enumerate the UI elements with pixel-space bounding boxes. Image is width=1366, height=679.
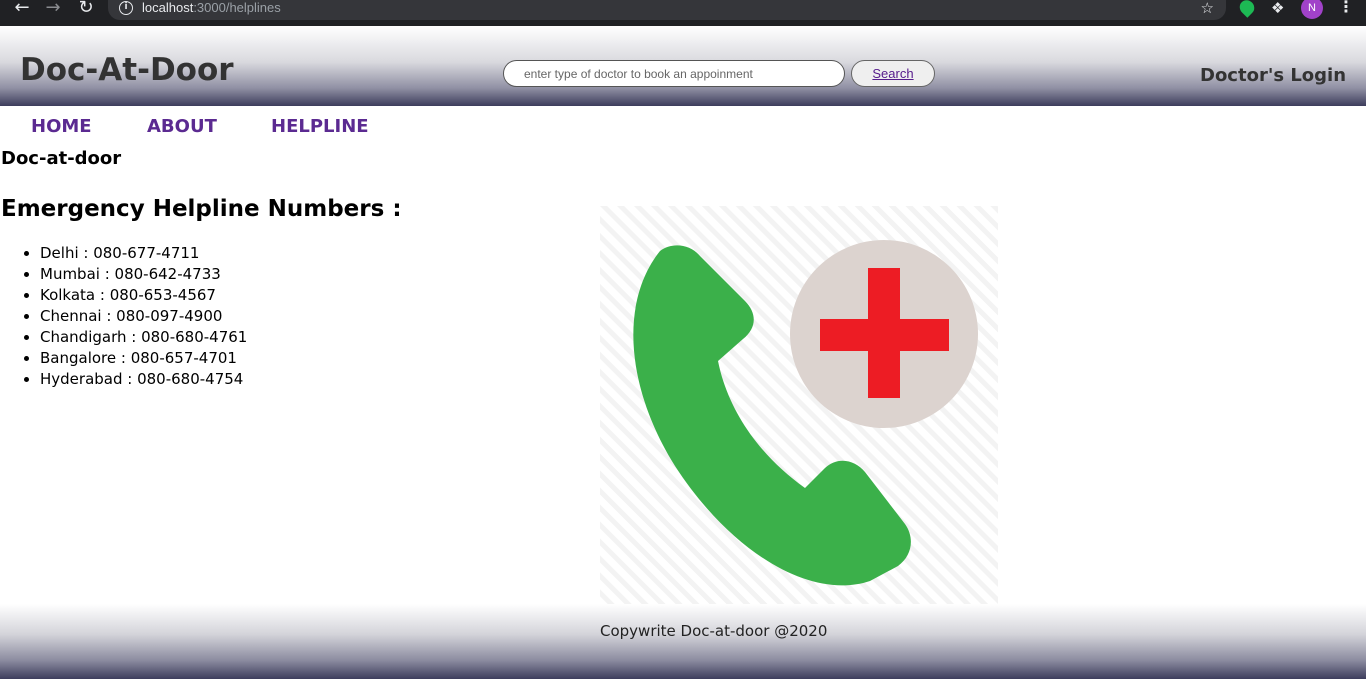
browser-menu-icon[interactable]: ⋮	[1338, 0, 1354, 15]
helpline-list: Delhi : 080-677-4711 Mumbai : 080-642-47…	[40, 243, 247, 390]
url-path: :3000/helplines	[193, 0, 281, 15]
profile-avatar[interactable]: N	[1301, 0, 1323, 19]
nav-home[interactable]: HOME	[31, 116, 92, 138]
search-button[interactable]: Search	[851, 60, 935, 87]
list-item: Hyderabad : 080-680-4754	[40, 369, 247, 390]
list-item: Mumbai : 080-642-4733	[40, 264, 247, 285]
puzzle-icon[interactable]: ❖	[1271, 0, 1284, 16]
url-host: localhost	[142, 0, 194, 15]
list-item: Bangalore : 080-657-4701	[40, 348, 247, 369]
extension-leaf-icon[interactable]	[1236, 0, 1258, 18]
bookmark-star-icon[interactable]: ☆	[1201, 0, 1214, 16]
doctor-login-link[interactable]: Doctor's Login	[1200, 65, 1346, 87]
search-input[interactable]	[503, 60, 845, 87]
reload-icon[interactable]: ↻	[75, 0, 97, 17]
forward-arrow-icon[interactable]: →	[42, 0, 64, 17]
list-item: Kolkata : 080-653-4567	[40, 285, 247, 306]
brand-logo[interactable]: Doc-At-Door	[20, 52, 234, 88]
info-icon[interactable]: i	[119, 1, 133, 15]
emergency-phone-icon	[600, 206, 998, 604]
page-title: Emergency Helpline Numbers :	[1, 196, 402, 222]
site-header: Doc-At-Door Search Doctor's Login	[0, 26, 1366, 106]
site-name: Doc-at-door	[1, 148, 122, 169]
address-bar[interactable]: i localhost:3000/helplines ☆	[108, 0, 1226, 20]
footer-copyright: Copywrite Doc-at-door @2020	[600, 622, 828, 640]
list-item: Chennai : 080-097-4900	[40, 306, 247, 327]
list-item: Chandigarh : 080-680-4761	[40, 327, 247, 348]
browser-toolbar: ← → ↻ i localhost:3000/helplines ☆ ❖ N ⋮	[0, 0, 1366, 26]
address-url[interactable]: localhost:3000/helplines	[142, 0, 281, 16]
nav-helpline[interactable]: HELPLINE	[271, 116, 369, 138]
back-arrow-icon[interactable]: ←	[11, 0, 33, 17]
nav-about[interactable]: ABOUT	[147, 116, 217, 138]
list-item: Delhi : 080-677-4711	[40, 243, 247, 264]
site-footer: Copywrite Doc-at-door @2020	[0, 604, 1366, 679]
